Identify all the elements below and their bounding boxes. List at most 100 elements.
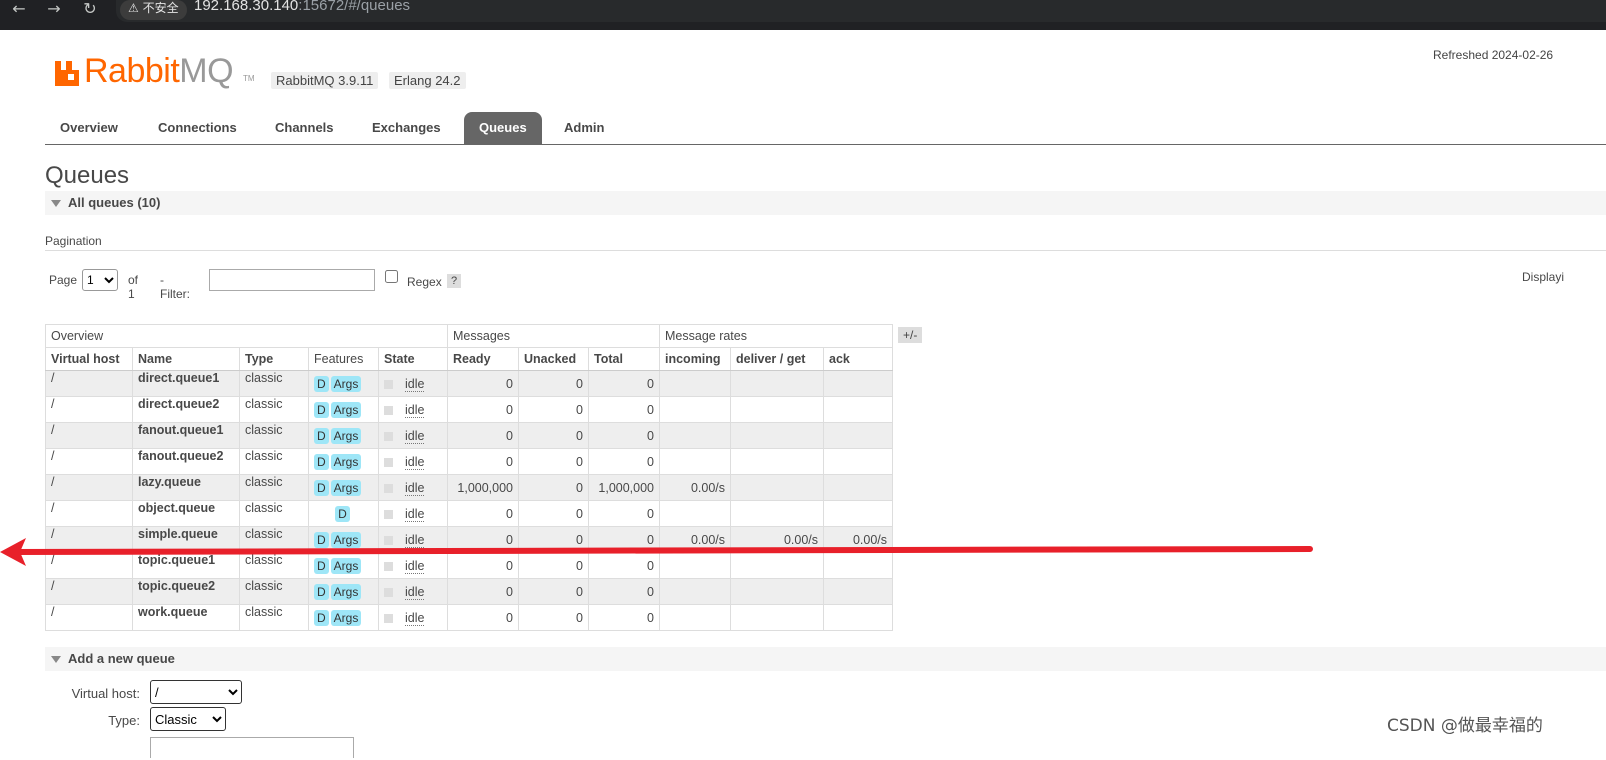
- queue-name-link[interactable]: direct.queue1: [132, 370, 240, 397]
- feature-badge: D: [314, 609, 329, 626]
- back-arrow-icon[interactable]: ←: [7, 0, 31, 24]
- column-header-total[interactable]: Total: [588, 347, 660, 371]
- regex-help-button[interactable]: ?: [447, 274, 462, 288]
- table-row[interactable]: / direct.queue2 classic D Args idle 0 0 0: [45, 396, 893, 423]
- add-queue-section-header[interactable]: Add a new queue: [45, 647, 1606, 671]
- page-select[interactable]: 1: [82, 269, 118, 291]
- regex-checkbox[interactable]: [385, 270, 398, 283]
- incoming-rate-cell: [659, 552, 731, 579]
- feature-badge: Args: [330, 479, 362, 496]
- state-text: idle: [405, 532, 425, 548]
- incoming-rate-cell: [659, 500, 731, 527]
- group-header-message-rates: Message rates: [659, 324, 893, 348]
- column-header-name[interactable]: Name: [132, 347, 240, 371]
- refreshed-status[interactable]: Refreshed 2024-02-26: [1433, 48, 1553, 62]
- column-header-virtual-host[interactable]: Virtual host: [45, 347, 133, 371]
- tab-overview[interactable]: Overview: [45, 112, 133, 144]
- tab-exchanges[interactable]: Exchanges: [357, 112, 456, 144]
- column-header-incoming[interactable]: incoming: [659, 347, 731, 371]
- add-queue-label: Add a new queue: [68, 651, 175, 666]
- state-indicator: [384, 613, 393, 623]
- feature-badge: D: [314, 531, 329, 548]
- tab-admin[interactable]: Admin: [549, 112, 619, 144]
- vhost-field-label: Virtual host:: [71, 686, 140, 701]
- table-row[interactable]: / work.queue classic D Args idle 0 0 0: [45, 604, 893, 631]
- table-row[interactable]: / fanout.queue2 classic D Args idle 0 0 0: [45, 448, 893, 475]
- column-header-state[interactable]: State: [378, 347, 448, 371]
- column-header-features[interactable]: Features: [308, 347, 379, 371]
- all-queues-section-header[interactable]: All queues (10): [45, 191, 1606, 215]
- vhost-cell: /: [45, 604, 133, 631]
- unacked-cell: 0: [518, 604, 589, 631]
- filter-input[interactable]: [209, 269, 375, 291]
- collapse-triangle-icon: [51, 656, 61, 664]
- tab-queues[interactable]: Queues: [464, 112, 542, 144]
- queue-name-link[interactable]: topic.queue2: [132, 578, 240, 605]
- features-cell: D Args: [308, 370, 379, 397]
- queue-name-link[interactable]: work.queue: [132, 604, 240, 631]
- ready-cell: 0: [447, 370, 519, 397]
- state-text: idle: [405, 402, 425, 418]
- queue-name-link[interactable]: fanout.queue2: [132, 448, 240, 475]
- column-header-ready[interactable]: Ready: [447, 347, 519, 371]
- incoming-rate-cell: [659, 422, 731, 449]
- queue-name-link[interactable]: fanout.queue1: [132, 422, 240, 449]
- state-indicator: [384, 561, 393, 571]
- queue-name-link[interactable]: simple.queue: [132, 526, 240, 553]
- queue-name-link[interactable]: lazy.queue: [132, 474, 240, 501]
- table-row[interactable]: / fanout.queue1 classic D Args idle 0 0 0: [45, 422, 893, 449]
- type-select[interactable]: Classic: [150, 707, 226, 731]
- pagination-divider: [45, 250, 1606, 251]
- url-text[interactable]: 192.168.30.140:15672/#/queues: [194, 0, 410, 14]
- feature-badge: Args: [330, 427, 362, 444]
- ready-cell: 0: [447, 396, 519, 423]
- column-header-ack[interactable]: ack: [823, 347, 893, 371]
- queue-rows: / direct.queue1 classic D Args idle 0 0 0/direct…: [45, 370, 893, 631]
- queue-type-cell: classic: [239, 604, 309, 631]
- page-label: Page: [49, 273, 78, 287]
- table-row[interactable]: / simple.queue classic D Args idle 0 0 0 0.00/s 0.…: [45, 526, 893, 553]
- table-row[interactable]: / topic.queue2 classic D Args idle 0 0 0: [45, 578, 893, 605]
- unacked-cell: 0: [518, 396, 589, 423]
- column-header-deliver-get[interactable]: deliver / get: [730, 347, 824, 371]
- table-row[interactable]: / lazy.queue classic D Args idle 1,000,000 0 1,0…: [45, 474, 893, 501]
- deliver-rate-cell: [730, 500, 824, 527]
- queue-name-link[interactable]: direct.queue2: [132, 396, 240, 423]
- vhost-select[interactable]: /: [150, 680, 242, 704]
- table-row[interactable]: / object.queue classic Didle 0 0 0: [45, 500, 893, 527]
- logo-text: RabbitMQ: [84, 52, 234, 91]
- queue-name-link[interactable]: object.queue: [132, 500, 240, 527]
- tab-connections[interactable]: Connections: [143, 112, 252, 144]
- unacked-cell: 0: [518, 578, 589, 605]
- state-cell: idle: [378, 526, 448, 553]
- column-options-toggle[interactable]: +/-: [898, 327, 923, 343]
- queue-name-link[interactable]: topic.queue1: [132, 552, 240, 579]
- tab-channels[interactable]: Channels: [260, 112, 349, 144]
- unacked-cell: 0: [518, 500, 589, 527]
- vhost-cell: /: [45, 448, 133, 475]
- reload-icon[interactable]: ↻: [78, 0, 102, 24]
- state-cell: idle: [378, 370, 448, 397]
- queue-name-input[interactable]: [150, 737, 354, 758]
- total-cell: 0: [588, 370, 660, 397]
- vhost-cell: /: [45, 422, 133, 449]
- column-header-type[interactable]: Type: [239, 347, 309, 371]
- forward-arrow-icon[interactable]: →: [42, 0, 66, 24]
- group-header-messages: Messages: [447, 324, 660, 348]
- column-header-unacked[interactable]: Unacked: [518, 347, 589, 371]
- feature-badge: Args: [330, 557, 362, 574]
- features-cell: D Args: [308, 448, 379, 475]
- pagination-label[interactable]: Pagination: [45, 234, 102, 248]
- address-bar[interactable]: ⚠ 不安全 192.168.30.140:15672/#/queues: [116, 0, 1606, 22]
- ready-cell: 0: [447, 604, 519, 631]
- vhost-cell: /: [45, 370, 133, 397]
- state-indicator: [384, 457, 393, 467]
- ack-rate-cell: [823, 500, 893, 527]
- main-tabs: Overview Connections Channels Exchanges …: [45, 112, 1606, 145]
- table-row[interactable]: / direct.queue1 classic D Args idle 0 0 0: [45, 370, 893, 397]
- table-row[interactable]: / topic.queue1 classic D Args idle 0 0 0: [45, 552, 893, 579]
- deliver-rate-cell: [730, 448, 824, 475]
- insecure-badge[interactable]: ⚠ 不安全: [120, 0, 187, 20]
- unacked-cell: 0: [518, 422, 589, 449]
- rabbit-logo-icon: [55, 61, 79, 86]
